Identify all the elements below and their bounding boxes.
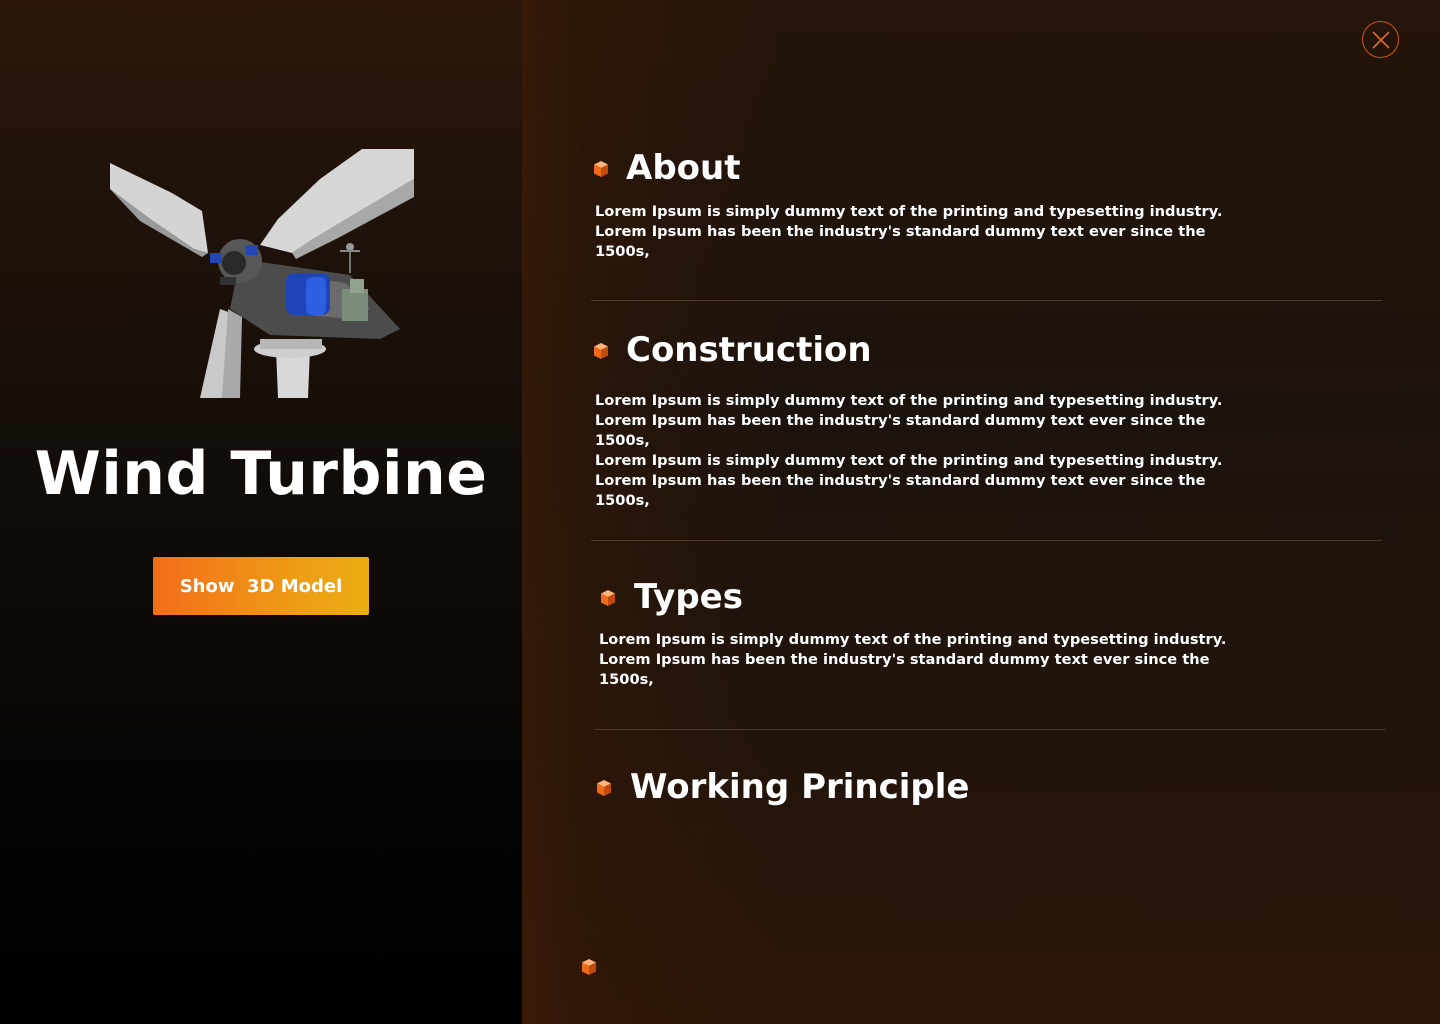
body-line: Lorem Ipsum has been the industry's stan… <box>595 472 1206 489</box>
section-body-construction: Lorem Ipsum is simply dummy text of the … <box>595 391 1275 511</box>
body-line: 1500s, <box>595 243 650 260</box>
section-title-construction: Construction <box>626 330 872 370</box>
section-body-types: Lorem Ipsum is simply dummy text of the … <box>599 630 1279 690</box>
section-body-about: Lorem Ipsum is simply dummy text of the … <box>595 202 1275 262</box>
cube-icon <box>597 780 611 796</box>
divider <box>591 300 1382 301</box>
divider <box>591 540 1382 541</box>
cube-icon <box>582 959 596 975</box>
cube-icon <box>601 590 615 606</box>
cube-icon <box>594 161 608 177</box>
body-line: Lorem Ipsum has been the industry's stan… <box>595 412 1206 429</box>
body-line: Lorem Ipsum has been the industry's stan… <box>595 223 1206 240</box>
section-title-about: About <box>626 148 741 188</box>
body-line: Lorem Ipsum is simply dummy text of the … <box>595 392 1223 409</box>
wind-turbine-image <box>110 149 414 398</box>
body-line: 1500s, <box>595 492 650 509</box>
body-line: Lorem Ipsum has been the industry's stan… <box>599 651 1210 668</box>
divider <box>595 729 1386 730</box>
body-line: Lorem Ipsum is simply dummy text of the … <box>595 452 1223 469</box>
body-line: Lorem Ipsum is simply dummy text of the … <box>599 631 1227 648</box>
body-line: 1500s, <box>599 671 654 688</box>
close-icon <box>1371 30 1390 49</box>
cube-icon <box>594 343 608 359</box>
body-line: Lorem Ipsum is simply dummy text of the … <box>595 203 1223 220</box>
section-title-working-principle: Working Principle <box>630 767 970 807</box>
section-title-types: Types <box>634 577 743 617</box>
close-button[interactable] <box>1362 21 1399 58</box>
show-3d-model-button[interactable]: Show 3D Model <box>153 557 369 615</box>
body-line: 1500s, <box>595 432 650 449</box>
page-title: Wind Turbine <box>34 439 488 509</box>
